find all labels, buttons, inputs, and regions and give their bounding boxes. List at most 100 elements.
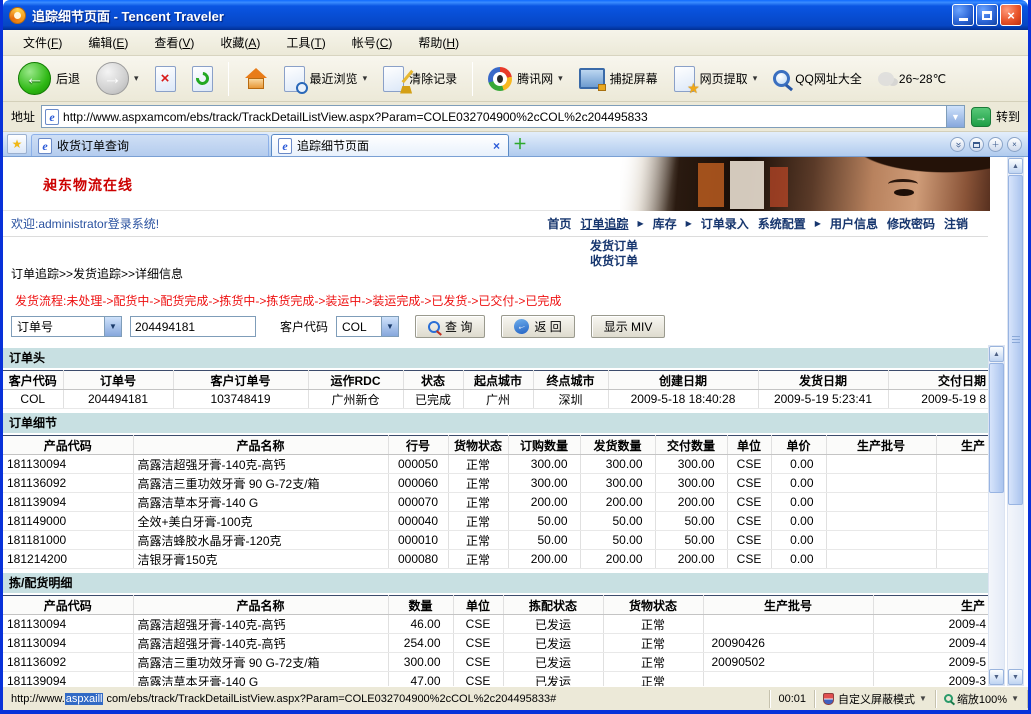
order-header-table: 客户代码订单号客户订单号运作RDC状态起点城市终点城市创建日期发货日期交付日期C… bbox=[3, 370, 988, 409]
qq-site-button[interactable]: 腾讯网 ▾ bbox=[483, 64, 568, 94]
order-field-select[interactable]: 订单号 ▼ bbox=[11, 316, 122, 337]
go-label: 转到 bbox=[996, 108, 1020, 125]
table-row: 181130094高露洁超强牙膏-140克-高钙000050正常300.0030… bbox=[3, 455, 988, 474]
submenu-item[interactable]: 发货订单 bbox=[586, 239, 642, 254]
maximize-button[interactable] bbox=[976, 4, 998, 26]
table-cell: 正常 bbox=[448, 550, 508, 569]
nav-item[interactable]: 首页 bbox=[547, 215, 571, 232]
column-header: 订单号 bbox=[63, 371, 173, 390]
menu-item[interactable]: 收藏(A) bbox=[208, 31, 272, 54]
table-cell: 181130094 bbox=[3, 615, 133, 634]
table-cell: 204494181 bbox=[63, 390, 173, 409]
chevron-down-icon: ▾ bbox=[558, 73, 563, 84]
minimize-button[interactable] bbox=[952, 4, 974, 26]
new-tab-button[interactable]: ＋ bbox=[511, 135, 529, 153]
forward-button[interactable]: → ▾ bbox=[91, 59, 144, 98]
nav-item[interactable]: 注销 bbox=[944, 215, 968, 232]
table-cell: CSE bbox=[727, 531, 771, 550]
menu-item[interactable]: 编辑(E) bbox=[76, 31, 140, 54]
table-row: 181130094高露洁超强牙膏-140克-高钙46.00CSE已发运正常200… bbox=[3, 615, 988, 634]
column-header: 交付日期 bbox=[888, 371, 988, 390]
tab-close-icon[interactable]: × bbox=[491, 139, 502, 153]
home-icon bbox=[244, 68, 268, 90]
table-cell: 103748419 bbox=[173, 390, 308, 409]
clear-history-button[interactable]: 清除记录 bbox=[378, 63, 462, 95]
search-button[interactable]: 查 询 bbox=[415, 315, 485, 338]
address-input[interactable]: e http://www.aspxamcom/ebs/track/TrackDe… bbox=[41, 105, 965, 128]
zoom-control[interactable]: 缩放100% ▼ bbox=[936, 690, 1028, 708]
capture-screen-button[interactable]: 捕捉屏幕 bbox=[574, 65, 663, 92]
table-cell: 000050 bbox=[388, 455, 448, 474]
scroll-up-icon[interactable]: ▲ bbox=[989, 346, 1004, 362]
page-scrollbar[interactable]: ▲ ▼ bbox=[1007, 157, 1024, 686]
browser-tab[interactable]: e收货订单查询 bbox=[31, 134, 269, 156]
page-extract-button[interactable]: ★ 网页提取 ▾ bbox=[669, 63, 763, 95]
stop-button[interactable]: × bbox=[150, 63, 181, 95]
menu-item[interactable]: 帐号(C) bbox=[340, 31, 405, 54]
scroll-down-icon[interactable]: ▼ bbox=[989, 669, 1004, 685]
tab-close-button[interactable]: × bbox=[1007, 137, 1022, 152]
picking-detail-table: 产品代码产品名称数量单位拣配状态货物状态生产批号生产181130094高露洁超强… bbox=[3, 595, 988, 686]
plus-icon: ＋ bbox=[992, 139, 1000, 150]
browser-tab[interactable]: e追踪细节页面× bbox=[271, 134, 509, 156]
nav-item[interactable]: 修改密码 bbox=[887, 215, 935, 232]
title-bar: 追踪细节页面 - Tencent Traveler × bbox=[3, 0, 1028, 30]
search-icon bbox=[428, 321, 440, 333]
menu-item[interactable]: 查看(V) bbox=[142, 31, 206, 54]
table-cell: 50.00 bbox=[580, 531, 655, 550]
refresh-button[interactable] bbox=[187, 63, 218, 95]
nav-item[interactable]: 库存 bbox=[653, 215, 677, 232]
nav-item[interactable]: 系统配置 bbox=[758, 215, 806, 232]
history-icon bbox=[284, 66, 305, 92]
go-button[interactable]: → 转到 bbox=[971, 107, 1020, 127]
nav-arrow-icon: ▶ bbox=[637, 219, 643, 228]
shipping-flow-text: 发货流程:未处理->配货中->配货完成->拣货中->拣货完成->装运中->装运完… bbox=[15, 292, 988, 309]
customer-code-select[interactable]: COL ▼ bbox=[336, 316, 399, 337]
inner-scrollbar[interactable]: ▲ ▼ bbox=[988, 345, 1005, 686]
recent-history-button[interactable]: 最近浏览 ▾ bbox=[279, 63, 373, 95]
column-header: 单位 bbox=[727, 436, 771, 455]
return-button[interactable]: ← 返 回 bbox=[501, 315, 574, 338]
column-header: 交付数量 bbox=[655, 436, 727, 455]
scroll-up-icon[interactable]: ▲ bbox=[1008, 158, 1023, 174]
table-cell bbox=[936, 550, 988, 569]
back-button[interactable]: ← 后退 bbox=[13, 59, 85, 98]
nav-item[interactable]: 订单追踪 bbox=[580, 215, 628, 232]
tab-label: 收货订单查询 bbox=[57, 137, 262, 154]
scrollbar-thumb[interactable] bbox=[1008, 175, 1023, 505]
scrollbar-thumb[interactable] bbox=[989, 363, 1004, 493]
menu-item[interactable]: 文件(F) bbox=[11, 31, 74, 54]
menu-item[interactable]: 工具(T) bbox=[274, 31, 337, 54]
table-cell: 181130094 bbox=[3, 634, 133, 653]
table-cell: 0.00 bbox=[771, 550, 826, 569]
minimize-icon bbox=[959, 18, 968, 21]
menu-item[interactable]: 帮助(H) bbox=[406, 31, 471, 54]
tab-add-button[interactable]: ＋ bbox=[988, 137, 1003, 152]
table-cell: 正常 bbox=[448, 493, 508, 512]
back-arrow-icon: ← bbox=[18, 62, 51, 95]
show-miv-label: 显示 MIV bbox=[604, 318, 653, 335]
table-row: 181139094高露洁草本牙膏-140 G000070正常200.00200.… bbox=[3, 493, 988, 512]
nav-item[interactable]: 订单录入 bbox=[701, 215, 749, 232]
table-cell: 000010 bbox=[388, 531, 448, 550]
qq-nav-button[interactable]: QQ网址大全 bbox=[768, 67, 867, 90]
home-button[interactable] bbox=[239, 65, 273, 93]
favorites-button[interactable]: ★ bbox=[7, 134, 27, 154]
table-cell: 2009-3 bbox=[873, 672, 988, 687]
order-number-input[interactable]: 204494181 bbox=[130, 316, 256, 337]
table-cell: 181181000 bbox=[3, 531, 133, 550]
table-cell bbox=[826, 474, 936, 493]
nav-item[interactable]: 用户信息 bbox=[830, 215, 878, 232]
tab-restore-button[interactable] bbox=[969, 137, 984, 152]
tab-menu-button[interactable]: » bbox=[950, 137, 965, 152]
nav-arrow-icon: ▶ bbox=[815, 219, 821, 228]
address-bar: 地址 e http://www.aspxamcom/ebs/track/Trac… bbox=[3, 102, 1028, 132]
submenu-item[interactable]: 收货订单 bbox=[586, 254, 642, 269]
address-dropdown-button[interactable]: ▼ bbox=[946, 106, 964, 127]
filter-mode-control[interactable]: 自定义屏蔽模式 ▼ bbox=[815, 690, 936, 708]
tab-label: 追踪细节页面 bbox=[297, 137, 486, 154]
close-button[interactable]: × bbox=[1000, 4, 1022, 26]
show-miv-button[interactable]: 显示 MIV bbox=[591, 315, 666, 338]
table-cell: 000070 bbox=[388, 493, 448, 512]
scroll-down-icon[interactable]: ▼ bbox=[1008, 669, 1023, 685]
